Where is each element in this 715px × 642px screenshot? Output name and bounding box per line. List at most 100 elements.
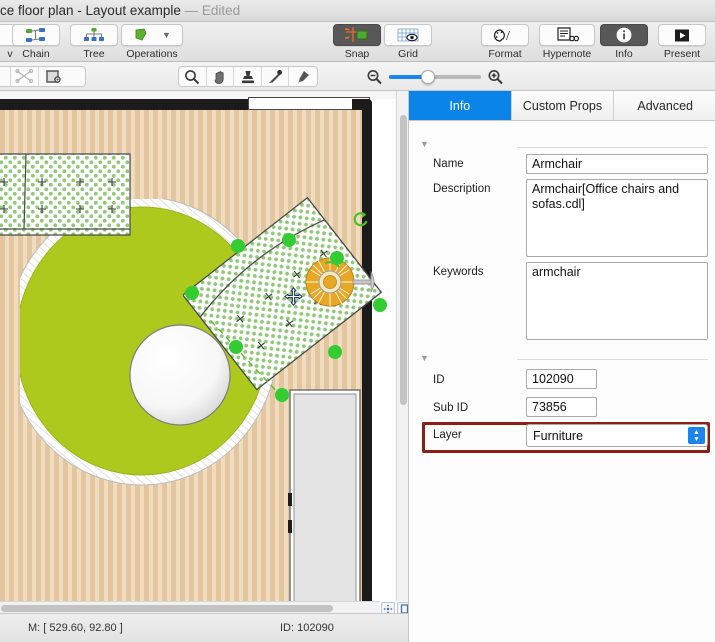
- tab-custom-props[interactable]: Custom Props: [512, 91, 615, 120]
- snap-icon: [345, 27, 369, 43]
- window-title-text: ce floor plan - Layout example: [0, 3, 181, 18]
- hand-tool[interactable]: [207, 67, 235, 86]
- secondary-toolbar: [0, 62, 715, 91]
- tab-custom-props-label: Custom Props: [523, 99, 602, 113]
- layer-select-stepper-icon[interactable]: ▲▼: [688, 427, 705, 444]
- toolbar-item-grid[interactable]: Grid: [376, 24, 440, 60]
- zoom-tool[interactable]: [179, 67, 207, 86]
- keywords-input[interactable]: armchair: [526, 262, 708, 340]
- present-label: Present: [650, 48, 714, 60]
- section-2-disclosure-triangle-icon[interactable]: ▼: [420, 353, 429, 363]
- disconnect-tool[interactable]: [11, 67, 39, 86]
- paintbrush-tool-icon: [295, 69, 311, 85]
- rotate-handle-icon[interactable]: [350, 209, 370, 229]
- canvas-tool-group: [178, 66, 318, 87]
- stamp-tool-icon: [240, 69, 256, 85]
- format-button[interactable]: /: [481, 24, 529, 46]
- tab-info[interactable]: Info: [409, 91, 512, 120]
- grid-label: Grid: [376, 48, 440, 60]
- tab-advanced[interactable]: Advanced: [614, 91, 715, 120]
- floor-plan-canvas[interactable]: [0, 91, 408, 613]
- name-input[interactable]: Armchair: [526, 154, 708, 174]
- layer-select-value: Furniture: [533, 429, 583, 443]
- description-input[interactable]: Armchair[Office chairs and sofas.cdl]: [526, 179, 708, 257]
- toolbar-item-present[interactable]: Present: [650, 24, 714, 60]
- hypernote-button[interactable]: [539, 24, 595, 46]
- section-1-disclosure-triangle-icon[interactable]: ▼: [420, 139, 429, 149]
- pan-crosshair-icon: [383, 604, 393, 614]
- window-title: ce floor plan - Layout example — Edited: [0, 3, 715, 18]
- stamp-tool[interactable]: [234, 67, 262, 86]
- selection-handle-e[interactable]: [373, 298, 387, 312]
- wall-top-left: [0, 99, 248, 110]
- toolbar-item-info[interactable]: Info: [592, 24, 656, 60]
- grid-icon: [396, 27, 420, 44]
- toolbar-item-operations[interactable]: ▼ Operations: [107, 24, 197, 60]
- floor-plan-drawing: [0, 91, 408, 613]
- vertical-scroll-thumb[interactable]: [400, 115, 407, 405]
- paintbrush-tool[interactable]: [289, 67, 317, 86]
- operations-button[interactable]: ▼: [121, 24, 183, 46]
- sofa-top-left[interactable]: [0, 151, 140, 241]
- status-mouse-coordinates: M: [ 529.60, 92.80 ]: [28, 622, 123, 634]
- side-lamp-table[interactable]: [305, 254, 381, 310]
- edit-tool-group: [0, 66, 86, 87]
- name-label: Name: [433, 158, 464, 170]
- selection-handle-nw[interactable]: [231, 239, 245, 253]
- grid-button[interactable]: [384, 24, 432, 46]
- operations-icon: [133, 27, 153, 43]
- canvas-vertical-scrollbar[interactable]: [396, 91, 408, 601]
- zoom-tool-icon: [184, 69, 200, 85]
- chain-icon: [25, 27, 47, 43]
- id-input[interactable]: 102090: [526, 369, 597, 389]
- tab-info-label: Info: [449, 99, 470, 113]
- page-tool[interactable]: [39, 67, 67, 86]
- cabinet-right[interactable]: [288, 388, 364, 613]
- selection-handle-ne[interactable]: [330, 251, 344, 265]
- toolbar-item-chain[interactable]: Chain: [4, 24, 68, 60]
- info-label: Info: [592, 48, 656, 60]
- present-icon: [672, 28, 692, 43]
- zoom-in-icon[interactable]: [487, 69, 504, 85]
- selection-handle-sw[interactable]: [229, 340, 243, 354]
- selection-handle-n[interactable]: [282, 233, 296, 247]
- selection-handle-s[interactable]: [275, 388, 289, 402]
- svg-text:/: /: [506, 29, 510, 43]
- canvas-horizontal-scrollbar[interactable]: [0, 601, 380, 613]
- inspector-panel: Info Custom Props Advanced ▼ Name Armcha…: [408, 91, 715, 642]
- add-node-icon: [0, 69, 5, 84]
- status-object-id: ID: 102090: [280, 622, 334, 634]
- info-icon: [615, 26, 633, 44]
- chain-label: Chain: [4, 48, 68, 60]
- present-button[interactable]: [658, 24, 706, 46]
- application-window: ce floor plan - Layout example — Edited …: [0, 0, 715, 642]
- page-icon: [45, 69, 62, 85]
- selection-handle-w[interactable]: [185, 286, 199, 300]
- inspector-tabs: Info Custom Props Advanced: [409, 91, 715, 121]
- eyedropper-tool-icon: [267, 69, 283, 85]
- snap-button[interactable]: [333, 24, 381, 46]
- zoom-slider-knob[interactable]: [421, 70, 435, 84]
- section-1-divider: [517, 147, 708, 148]
- eyedropper-tool[interactable]: [262, 67, 290, 86]
- title-bar[interactable]: ce floor plan - Layout example — Edited: [0, 0, 715, 22]
- chain-button[interactable]: [12, 24, 60, 46]
- format-icon: /: [492, 27, 518, 43]
- operations-chevron-down-icon[interactable]: ▼: [162, 30, 171, 40]
- horizontal-scroll-thumb[interactable]: [1, 605, 333, 612]
- zoom-out-icon[interactable]: [366, 69, 383, 85]
- sub-id-input[interactable]: 73856: [526, 397, 597, 417]
- hand-tool-icon: [212, 69, 228, 85]
- zoom-slider-track[interactable]: [389, 75, 481, 79]
- selection-handle-se[interactable]: [328, 345, 342, 359]
- tree-icon: [83, 27, 105, 43]
- add-node-tool[interactable]: [0, 67, 11, 86]
- info-button[interactable]: [600, 24, 648, 46]
- tab-advanced-label: Advanced: [637, 99, 693, 113]
- id-label: ID: [433, 374, 445, 386]
- layer-label: Layer: [433, 429, 462, 441]
- main-toolbar: v Chain: [0, 22, 715, 62]
- sub-id-label: Sub ID: [433, 402, 468, 414]
- layer-select[interactable]: Furniture ▲▼: [526, 424, 708, 447]
- hypernote-icon: [555, 27, 579, 43]
